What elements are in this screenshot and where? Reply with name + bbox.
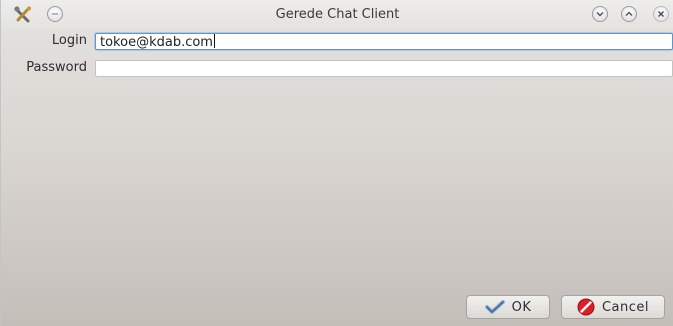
minimize-icon[interactable]	[592, 6, 608, 22]
login-label: Login	[51, 33, 87, 48]
menu-circle-icon[interactable]	[47, 6, 63, 22]
ok-label: OK	[511, 299, 532, 315]
title-bar[interactable]: Gerede Chat Client	[1, 0, 673, 30]
cancel-button[interactable]: Cancel	[561, 295, 665, 319]
close-icon[interactable]	[653, 6, 669, 22]
cancel-icon	[577, 298, 595, 316]
window-title: Gerede Chat Client	[275, 7, 400, 22]
dialog-window: Gerede Chat Client Login tokoe@kdab.com …	[0, 0, 673, 326]
ok-button[interactable]: OK	[466, 295, 550, 319]
maximize-icon[interactable]	[621, 6, 637, 22]
login-field[interactable]: tokoe@kdab.com	[95, 33, 673, 50]
cancel-label: Cancel	[601, 299, 650, 315]
checkmark-icon	[484, 300, 505, 314]
password-field[interactable]	[95, 60, 673, 77]
text-caret	[213, 34, 215, 48]
login-value: tokoe@kdab.com	[100, 35, 213, 50]
password-label: Password	[26, 60, 87, 75]
app-tools-icon[interactable]	[13, 6, 33, 24]
